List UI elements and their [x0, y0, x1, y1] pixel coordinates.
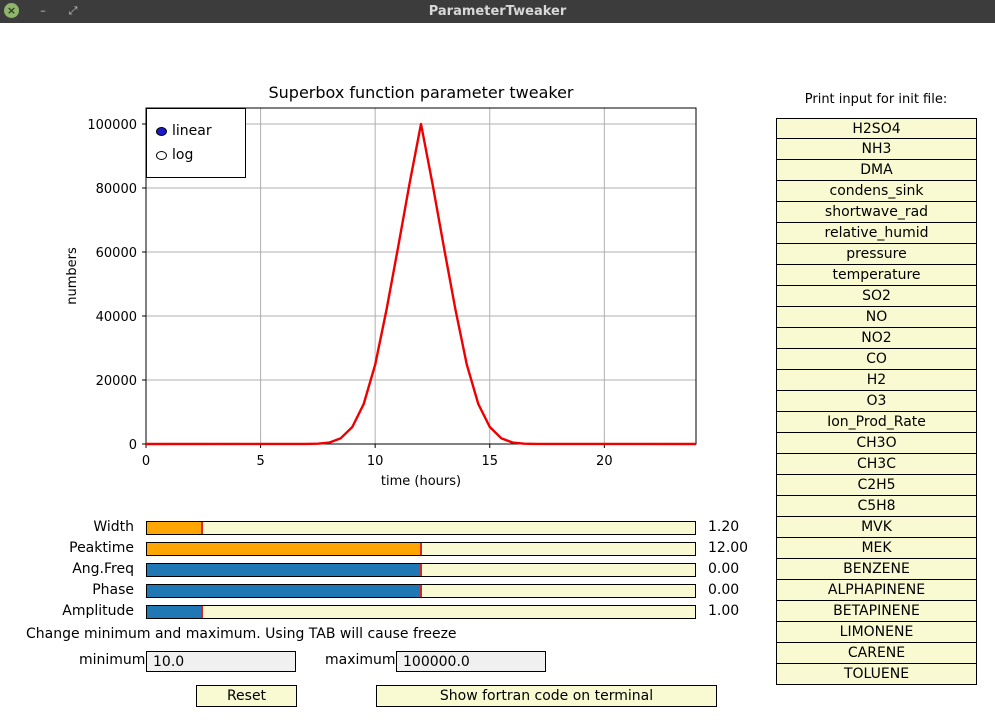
print-button-nh3[interactable]: NH3	[776, 139, 977, 160]
minimum-label: minimum	[79, 652, 146, 668]
slider-peaktime-fill	[147, 543, 421, 555]
show-fortran-button[interactable]: Show fortran code on terminal	[376, 685, 717, 707]
slider-peaktime-label: Peaktime	[69, 540, 134, 556]
slider-angfreq-label: Ang.Freq	[72, 561, 134, 577]
print-button-dma[interactable]: DMA	[776, 160, 977, 181]
print-button-c2h5[interactable]: C2H5	[776, 475, 977, 496]
minimum-field[interactable]	[146, 651, 296, 672]
print-button-relative-humid[interactable]: relative_humid	[776, 223, 977, 244]
y-tick-label: 20000	[96, 374, 137, 389]
print-button-alphapinene[interactable]: ALPHAPINENE	[776, 580, 977, 601]
slider-peaktime-value: 12.00	[708, 540, 749, 556]
slider-angfreq-fill	[147, 564, 421, 576]
slider-angfreq[interactable]	[146, 563, 696, 577]
x-tick-label: 15	[481, 454, 498, 469]
slider-phase-label: Phase	[92, 582, 134, 598]
print-button-so2[interactable]: SO2	[776, 286, 977, 307]
slider-amplitude-handle[interactable]	[201, 606, 203, 618]
reset-button[interactable]: Reset	[196, 685, 297, 707]
slider-width[interactable]	[146, 521, 696, 535]
y-axis-label: numbers	[65, 247, 80, 305]
y-tick-label: 60000	[96, 246, 137, 261]
maximum-label: maximum	[325, 652, 396, 668]
slider-phase-value: 0.00	[708, 582, 740, 598]
print-panel-header: Print input for init file:	[804, 92, 948, 107]
y-tick-label: 0	[129, 438, 137, 453]
slider-angfreq-handle[interactable]	[420, 564, 422, 576]
slider-peaktime-handle[interactable]	[420, 543, 422, 555]
print-button-condens-sink[interactable]: condens_sink	[776, 181, 977, 202]
print-button-ch3o[interactable]: CH3O	[776, 433, 977, 454]
maximum-field[interactable]	[396, 651, 546, 672]
slider-phase-handle[interactable]	[420, 585, 422, 597]
y-tick-label: 80000	[96, 182, 137, 197]
print-button-no[interactable]: NO	[776, 307, 977, 328]
print-button-no2[interactable]: NO2	[776, 328, 977, 349]
y-tick-label: 40000	[96, 310, 137, 325]
print-button-ion-prod-rate[interactable]: Ion_Prod_Rate	[776, 412, 977, 433]
print-button-c5h8[interactable]: C5H8	[776, 496, 977, 517]
print-button-ch3c[interactable]: CH3C	[776, 454, 977, 475]
x-tick-label: 20	[596, 454, 613, 469]
print-button-mek[interactable]: MEK	[776, 538, 977, 559]
slider-peaktime[interactable]	[146, 542, 696, 556]
print-variable-list: H2SO4 NH3 DMA condens_sink shortwave_rad rela…	[776, 118, 977, 685]
slider-amplitude-value: 1.00	[708, 603, 740, 619]
scale-legend: linear log	[146, 108, 246, 178]
print-button-shortwave-rad[interactable]: shortwave_rad	[776, 202, 977, 223]
slider-phase-fill	[147, 585, 421, 597]
print-button-temperature[interactable]: temperature	[776, 265, 977, 286]
print-button-toluene[interactable]: TOLUENE	[776, 664, 977, 685]
radio-log[interactable]: log	[147, 145, 247, 165]
slider-angfreq-value: 0.00	[708, 561, 740, 577]
slider-amplitude-label: Amplitude	[62, 603, 134, 619]
x-axis-label: time (hours)	[381, 474, 461, 489]
slider-phase[interactable]	[146, 584, 696, 598]
radio-linear-label: linear	[172, 123, 212, 139]
print-button-betapinene[interactable]: BETAPINENE	[776, 601, 977, 622]
slider-amplitude[interactable]	[146, 605, 696, 619]
print-button-o3[interactable]: O3	[776, 391, 977, 412]
slider-width-value: 1.20	[708, 519, 740, 535]
print-button-mvk[interactable]: MVK	[776, 517, 977, 538]
radio-log-dot[interactable]	[156, 151, 167, 160]
print-button-benzene[interactable]: BENZENE	[776, 559, 977, 580]
x-tick-label: 5	[256, 454, 264, 469]
print-button-limonene[interactable]: LIMONENE	[776, 622, 977, 643]
x-tick-label: 0	[142, 454, 150, 469]
print-button-h2[interactable]: H2	[776, 370, 977, 391]
x-tick-label: 10	[367, 454, 384, 469]
radio-linear[interactable]: linear	[147, 121, 247, 141]
radio-log-label: log	[172, 147, 194, 163]
slider-amplitude-fill	[147, 606, 202, 618]
print-button-carene[interactable]: CARENE	[776, 643, 977, 664]
slider-width-label: Width	[93, 519, 134, 535]
range-note: Change minimum and maximum. Using TAB wi…	[26, 626, 457, 642]
slider-width-fill	[147, 522, 202, 534]
print-button-pressure[interactable]: pressure	[776, 244, 977, 265]
radio-linear-dot[interactable]	[156, 127, 167, 136]
slider-width-handle[interactable]	[201, 522, 203, 534]
print-button-co[interactable]: CO	[776, 349, 977, 370]
print-button-h2so4[interactable]: H2SO4	[776, 118, 977, 139]
y-tick-label: 100000	[87, 118, 137, 133]
